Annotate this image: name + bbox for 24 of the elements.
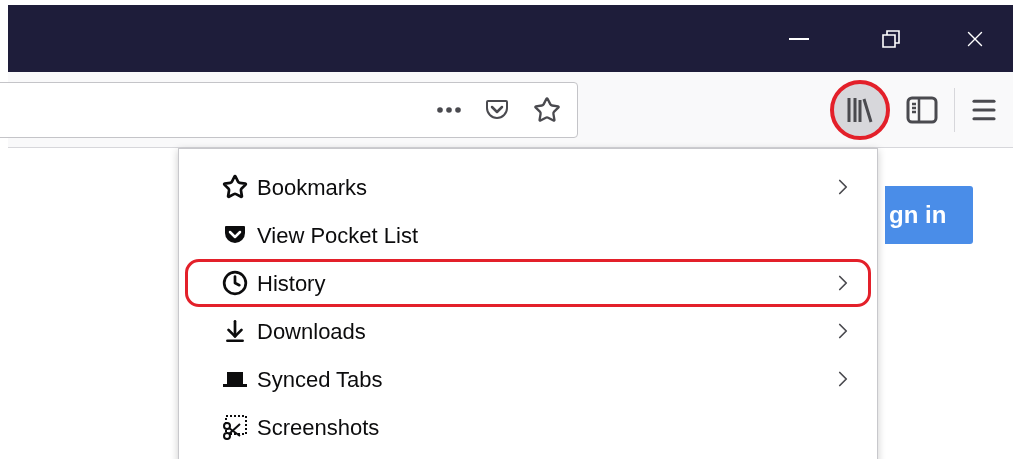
- restore-icon: [881, 28, 901, 49]
- library-icon: [847, 95, 873, 124]
- pocket-icon: [223, 224, 247, 246]
- menu-item-label: Downloads: [257, 317, 367, 346]
- screenshot-icon: [222, 414, 248, 440]
- laptop-icon: [222, 369, 248, 389]
- menu-item[interactable]: Downloads: [185, 307, 871, 355]
- minimize-icon: [789, 37, 809, 40]
- star-icon: [222, 174, 248, 200]
- menu-item[interactable]: Bookmarks: [185, 163, 871, 211]
- sidebar-icon: [906, 95, 938, 124]
- menu-item[interactable]: Screenshots: [185, 403, 871, 451]
- clock-icon: [222, 270, 248, 296]
- pocket-icon: [485, 98, 509, 121]
- menu-item-label: Bookmarks: [257, 173, 369, 202]
- menu-item-label: History: [257, 269, 327, 298]
- menu-item-label: View Pocket List: [257, 221, 419, 250]
- menu-item-label: Screenshots: [257, 413, 381, 442]
- more-icon[interactable]: [437, 106, 461, 113]
- menu-item[interactable]: History: [185, 259, 871, 307]
- menu-item[interactable]: Synced Tabs: [185, 355, 871, 403]
- star-icon[interactable]: [533, 95, 561, 124]
- menu-item[interactable]: View Pocket List: [185, 211, 871, 259]
- menu-item-label: Synced Tabs: [257, 365, 384, 394]
